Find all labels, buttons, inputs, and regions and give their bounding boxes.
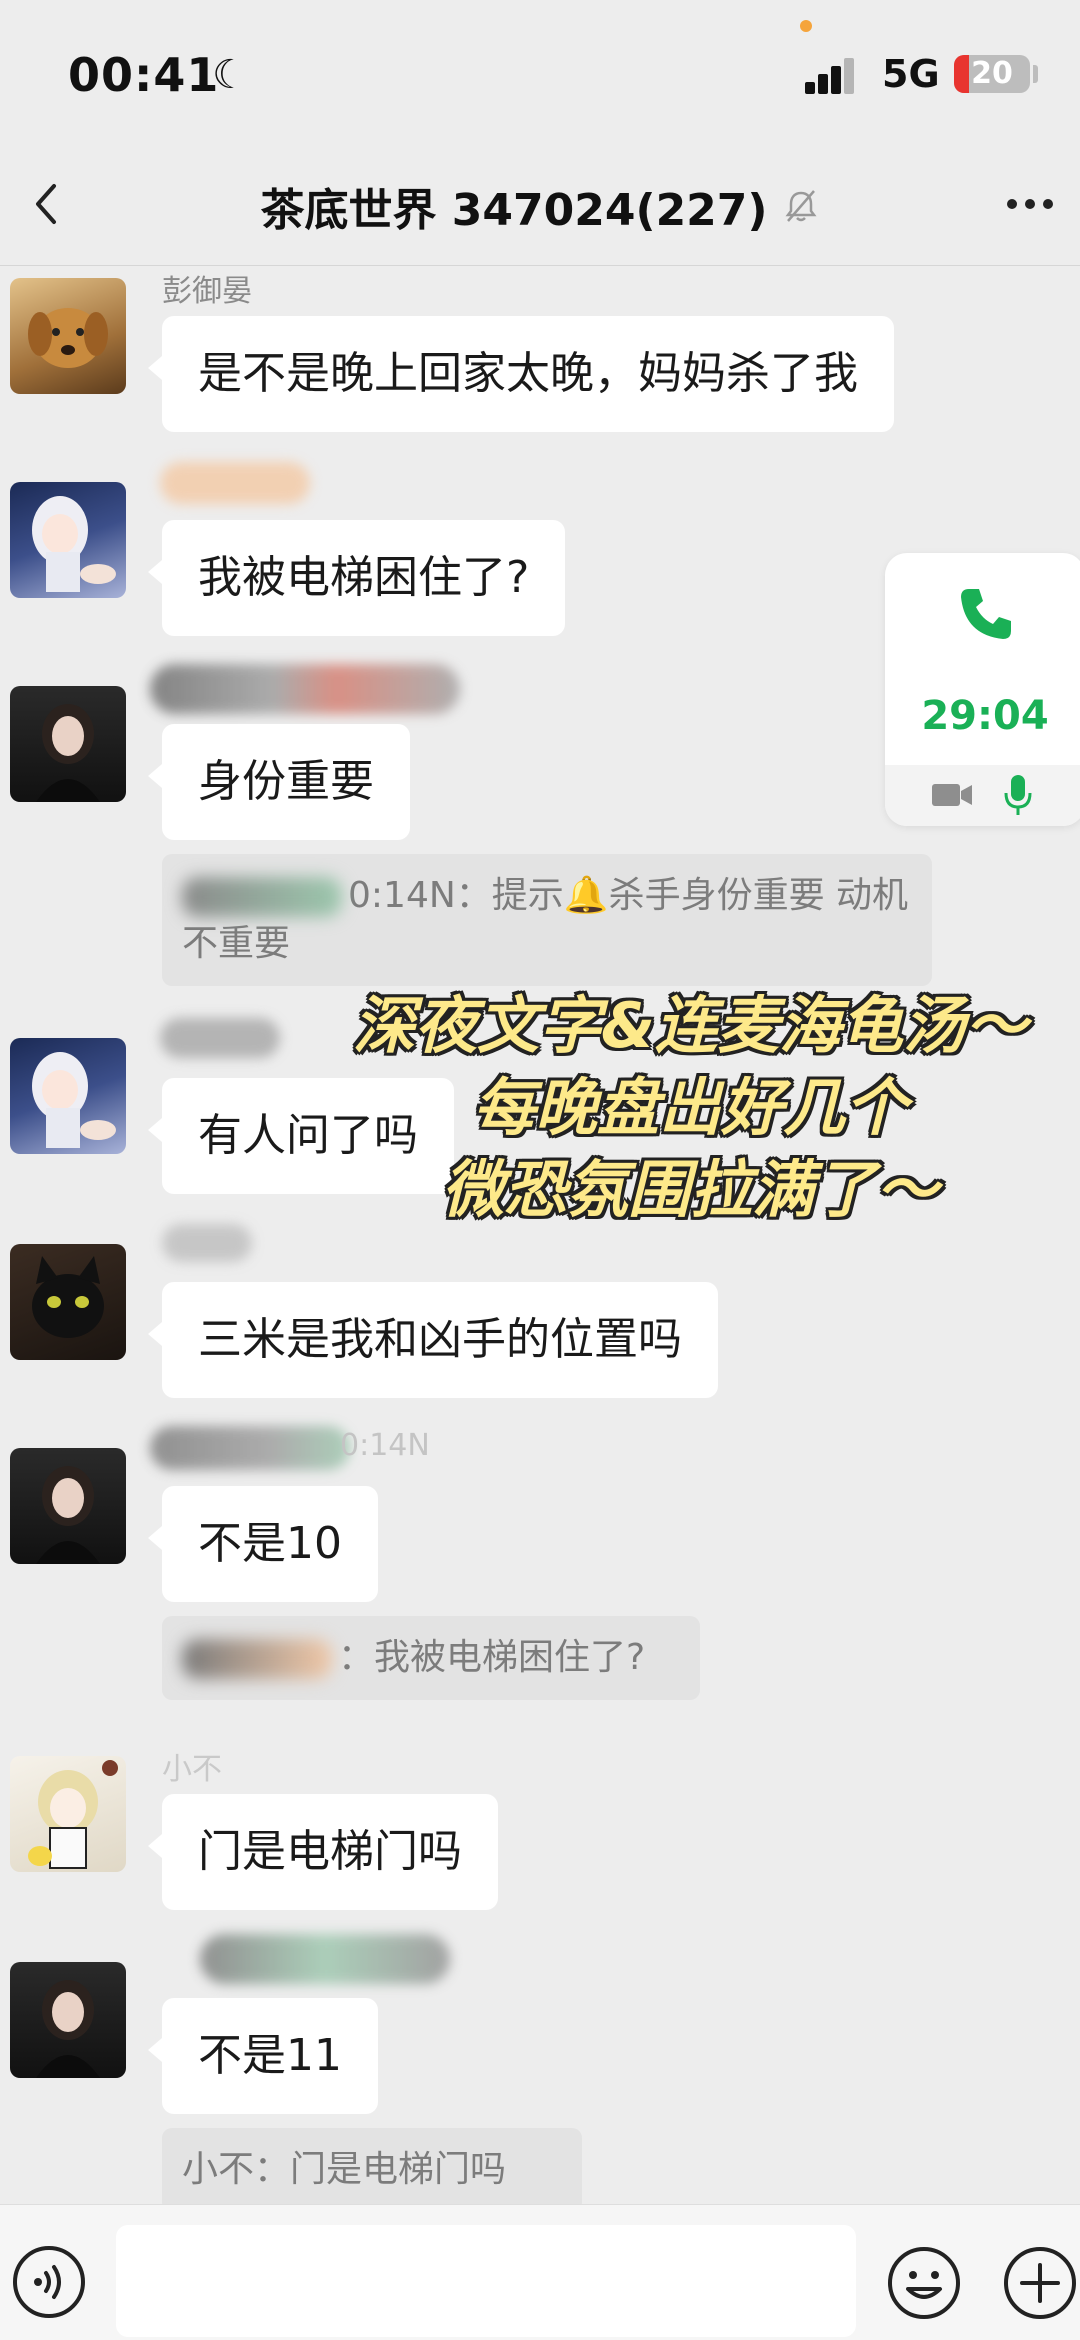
privacy-indicator-dot: [800, 20, 812, 32]
chat-header: 茶底世界 347024(227): [0, 150, 1080, 266]
add-plus-icon[interactable]: [1002, 2245, 1078, 2321]
chat-title: 茶底世界 347024(227): [260, 185, 768, 236]
more-options-button[interactable]: [1000, 174, 1060, 234]
phone-icon: [961, 589, 1011, 639]
quoted-reply[interactable]: 0:14N：提示🔔杀手身份重要 动机不重要: [162, 854, 932, 986]
blurred-nickname: [150, 1426, 350, 1470]
sender-name: 0:14N: [340, 1428, 430, 1463]
blurred-quoted-name: [182, 877, 342, 917]
message-bubble[interactable]: 是不是晚上回家太晚，妈妈杀了我: [148, 316, 894, 432]
video-camera-icon[interactable]: [931, 781, 973, 809]
promo-line-3: 微恐氛围拉满了～: [441, 1153, 938, 1226]
message-input-bar: [0, 2204, 1080, 2340]
blurred-nickname: [162, 1224, 252, 1262]
moon-icon: ☾: [212, 52, 248, 98]
promo-line-1: 深夜文字&连麦海龟汤～: [352, 989, 1028, 1062]
more-dots-icon: [1007, 199, 1053, 209]
message-text-input[interactable]: [116, 2225, 856, 2337]
quoted-reply[interactable]: 小不：门是电梯门吗: [162, 2128, 582, 2204]
network-type: 5G: [882, 52, 940, 96]
voice-input-icon[interactable]: [12, 2245, 86, 2319]
message-bubble[interactable]: 门是电梯门吗: [148, 1794, 498, 1910]
call-duration: 29:04: [921, 693, 1049, 739]
blurred-nickname: [160, 1018, 280, 1058]
call-controls: [885, 765, 1080, 826]
message-bubble[interactable]: 不是11: [148, 1998, 378, 2114]
sender-name: 彭御晏: [162, 274, 252, 309]
anime-blonde-avatar: [28, 1760, 118, 1869]
message-bubble[interactable]: 三米是我和凶手的位置吗: [148, 1282, 718, 1398]
avatar-anime-blonde[interactable]: [10, 1756, 126, 1872]
avatar-woman-portrait[interactable]: [10, 686, 126, 802]
battery-icon: 20: [954, 55, 1030, 93]
avatar-anime-girl[interactable]: [10, 482, 126, 598]
promo-line-2: 每晚盘出好几个: [472, 1071, 907, 1144]
battery-level: 20: [971, 56, 1013, 91]
status-time: 00:41: [68, 48, 220, 102]
woman-portrait-avatar: [36, 1980, 100, 2078]
avatar-woman-portrait[interactable]: [10, 1962, 126, 2078]
sender-name: 小不: [162, 1752, 222, 1787]
woman-portrait-avatar: [36, 1466, 100, 1564]
voice-call-widget[interactable]: 29:04: [885, 553, 1080, 826]
status-bar: 00:41 ☾ 5G 20: [0, 0, 1080, 150]
battery-tip: [1033, 65, 1038, 83]
promo-overlay-text: 深夜文字&连麦海龟汤～ 每晚盘出好几个 微恐氛围拉满了～: [300, 985, 1080, 1231]
blurred-nickname: [150, 664, 460, 714]
avatar-black-cat[interactable]: [10, 1244, 126, 1360]
avatar-golden-dog[interactable]: [10, 278, 126, 394]
blurred-quoted-name: [182, 1639, 332, 1679]
blurred-nickname: [200, 1934, 450, 1984]
message-bubble[interactable]: 身份重要: [148, 724, 410, 840]
signal-icon: [805, 56, 863, 94]
black-cat-avatar: [32, 1256, 104, 1338]
emoji-icon[interactable]: [886, 2245, 962, 2321]
woman-portrait-avatar: [36, 704, 100, 802]
avatar-anime-girl[interactable]: [10, 1038, 126, 1154]
quoted-text: ：我被电梯困住了?: [338, 1637, 646, 1678]
message-bubble[interactable]: 不是10: [148, 1486, 378, 1602]
blurred-nickname: [160, 462, 310, 504]
avatar-woman-portrait[interactable]: [10, 1448, 126, 1564]
quoted-reply[interactable]: ：我被电梯困住了?: [162, 1616, 700, 1700]
anime-girl-avatar: [32, 1052, 116, 1148]
anime-girl-avatar: [32, 496, 116, 592]
bell-muted-icon: [785, 190, 817, 222]
message-bubble[interactable]: 我被电梯困住了?: [147, 520, 566, 636]
quoted-text: 小不：门是电梯门吗: [182, 2149, 507, 2190]
golden-dog-avatar: [28, 308, 108, 368]
microphone-icon[interactable]: [1003, 773, 1033, 817]
